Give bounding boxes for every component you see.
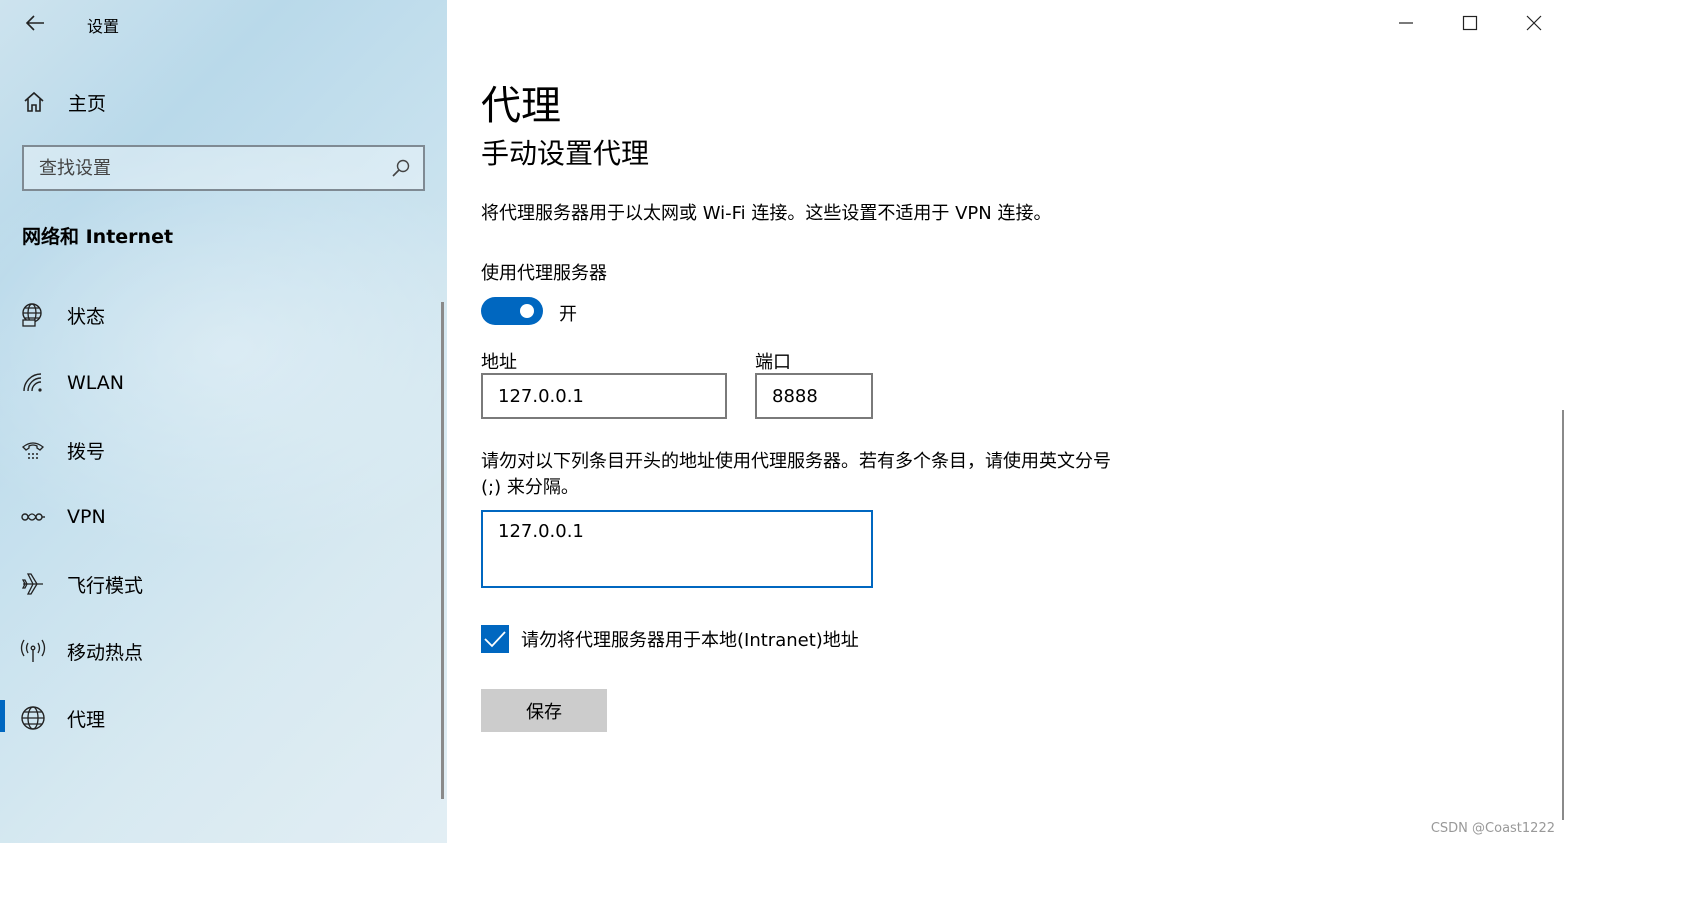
sidebar-item-label: WLAN xyxy=(67,372,125,394)
bypass-list-field[interactable]: 127.0.0.1 xyxy=(481,510,873,588)
sidebar-item-label: VPN xyxy=(67,506,106,528)
globe-icon xyxy=(20,705,46,731)
footer-strip xyxy=(0,843,1682,904)
address-label: 地址 xyxy=(481,352,517,373)
sidebar-item-label: 主页 xyxy=(68,92,107,115)
local-address-checkbox[interactable] xyxy=(481,625,509,653)
section-subtitle: 手动设置代理 xyxy=(481,137,650,170)
airplane-icon xyxy=(20,571,46,597)
use-proxy-toggle[interactable] xyxy=(481,297,543,325)
maximize-icon xyxy=(1462,15,1478,31)
port-field[interactable] xyxy=(755,373,873,419)
proxy-description: 将代理服务器用于以太网或 Wi-Fi 连接。这些设置不适用于 VPN 连接。 xyxy=(481,203,1052,224)
sidebar-item-label: 代理 xyxy=(67,708,106,731)
toggle-state-label: 开 xyxy=(559,304,577,325)
maximize-button[interactable] xyxy=(1450,8,1490,38)
sidebar-item-mobile-hotspot[interactable]: 移动热点 xyxy=(0,631,440,671)
toggle-knob xyxy=(520,304,534,318)
address-field[interactable] xyxy=(481,373,727,419)
checkmark-icon xyxy=(484,631,506,648)
page-title: 代理 xyxy=(481,83,561,129)
save-button[interactable]: 保存 xyxy=(481,689,607,732)
vpn-icon xyxy=(20,504,46,530)
minimize-button[interactable] xyxy=(1386,8,1426,38)
search-box[interactable] xyxy=(22,145,425,191)
sidebar-item-status[interactable]: 状态 xyxy=(0,295,440,335)
search-input[interactable] xyxy=(39,157,387,179)
sidebar-item-label: 飞行模式 xyxy=(67,574,144,597)
sidebar-item-vpn[interactable]: VPN xyxy=(0,497,440,537)
sidebar-item-label: 状态 xyxy=(67,305,106,328)
use-proxy-label: 使用代理服务器 xyxy=(481,263,607,284)
sidebar-item-home[interactable]: 主页 xyxy=(22,88,106,116)
sidebar: 设置 主页 网络和 Internet 状态 xyxy=(0,0,447,843)
port-label: 端口 xyxy=(755,352,791,373)
sidebar-item-proxy[interactable]: 代理 xyxy=(0,698,440,738)
close-icon xyxy=(1526,15,1542,31)
minimize-icon xyxy=(1399,22,1413,24)
hotspot-icon xyxy=(20,638,46,664)
search-icon[interactable] xyxy=(387,154,415,182)
sidebar-item-label: 拨号 xyxy=(67,440,106,463)
bypass-description: 请勿对以下列条目开头的地址使用代理服务器。若有多个条目，请使用英文分号 (;) … xyxy=(481,451,1111,498)
sidebar-item-airplane-mode[interactable]: 飞行模式 xyxy=(0,564,440,604)
app-title: 设置 xyxy=(87,17,120,36)
sidebar-item-dialup[interactable]: 拨号 xyxy=(0,430,440,470)
sidebar-scrollbar[interactable] xyxy=(441,302,444,799)
local-address-label[interactable]: 请勿将代理服务器用于本地(Intranet)地址 xyxy=(521,626,859,652)
watermark: CSDN @Coast1222 xyxy=(1430,821,1555,836)
home-icon xyxy=(24,91,44,112)
back-button[interactable] xyxy=(20,10,50,36)
wifi-icon xyxy=(20,370,46,396)
dialup-icon xyxy=(20,437,46,463)
back-arrow-icon xyxy=(25,15,44,31)
sidebar-item-wlan[interactable]: WLAN xyxy=(0,363,440,403)
main-scrollbar[interactable] xyxy=(1562,410,1564,820)
section-title: 网络和 Internet xyxy=(22,226,174,248)
globe-status-icon xyxy=(20,302,46,328)
sidebar-item-label: 移动热点 xyxy=(67,641,144,664)
close-button[interactable] xyxy=(1514,8,1554,38)
